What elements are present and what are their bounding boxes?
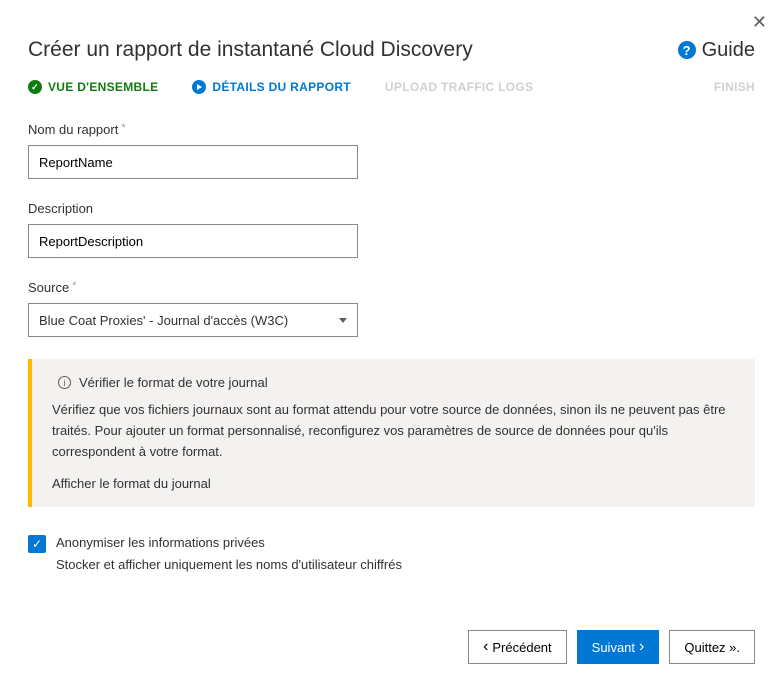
info-callout: i Vérifier le format de votre journal Vé… (28, 359, 755, 507)
page-title: Créer un rapport de instantané Cloud Dis… (28, 38, 473, 62)
guide-link[interactable]: ? Guide (678, 39, 755, 62)
anonymize-label: Anonymiser les informations privées (56, 535, 265, 550)
source-selected-value: Blue Coat Proxies' - Journal d'accès (W3… (39, 313, 288, 328)
info-icon: i (58, 376, 71, 389)
step-report-details[interactable]: DÉTAILS DU RAPPORT (192, 80, 351, 94)
next-button[interactable]: Suivant (577, 630, 660, 664)
check-icon: ✓ (28, 80, 42, 94)
chevron-left-icon (483, 638, 488, 656)
quit-button[interactable]: Quittez ». (669, 630, 755, 664)
close-button[interactable]: ✕ (752, 12, 767, 33)
help-icon: ? (678, 41, 696, 59)
step-upload-logs: UPLOAD TRAFFIC LOGS (385, 80, 533, 94)
source-label: Source (28, 280, 755, 295)
description-input[interactable] (28, 224, 358, 258)
report-name-label: Nom du rapport (28, 122, 755, 137)
step-finish: FINISH (714, 80, 755, 94)
info-title-text: Vérifier le format de votre journal (79, 375, 268, 390)
step-overview[interactable]: ✓ VUE D'ENSEMBLE (28, 80, 158, 94)
close-icon: ✕ (752, 12, 767, 32)
source-select[interactable]: Blue Coat Proxies' - Journal d'accès (W3… (28, 303, 358, 337)
anonymize-checkbox[interactable]: ✓ (28, 535, 46, 553)
play-icon (192, 80, 206, 94)
description-label: Description (28, 201, 755, 216)
anonymize-sublabel: Stocker et afficher uniquement les noms … (56, 557, 755, 572)
guide-label: Guide (702, 39, 755, 62)
chevron-down-icon (339, 318, 347, 323)
chevron-right-icon (639, 638, 644, 656)
view-log-format-link[interactable]: Afficher le format du journal (52, 476, 735, 491)
wizard-steps: ✓ VUE D'ENSEMBLE DÉTAILS DU RAPPORT UPLO… (28, 80, 755, 94)
report-name-input[interactable] (28, 145, 358, 179)
previous-button[interactable]: Précédent (468, 630, 567, 664)
info-body-text: Vérifiez que vos fichiers journaux sont … (52, 400, 735, 462)
